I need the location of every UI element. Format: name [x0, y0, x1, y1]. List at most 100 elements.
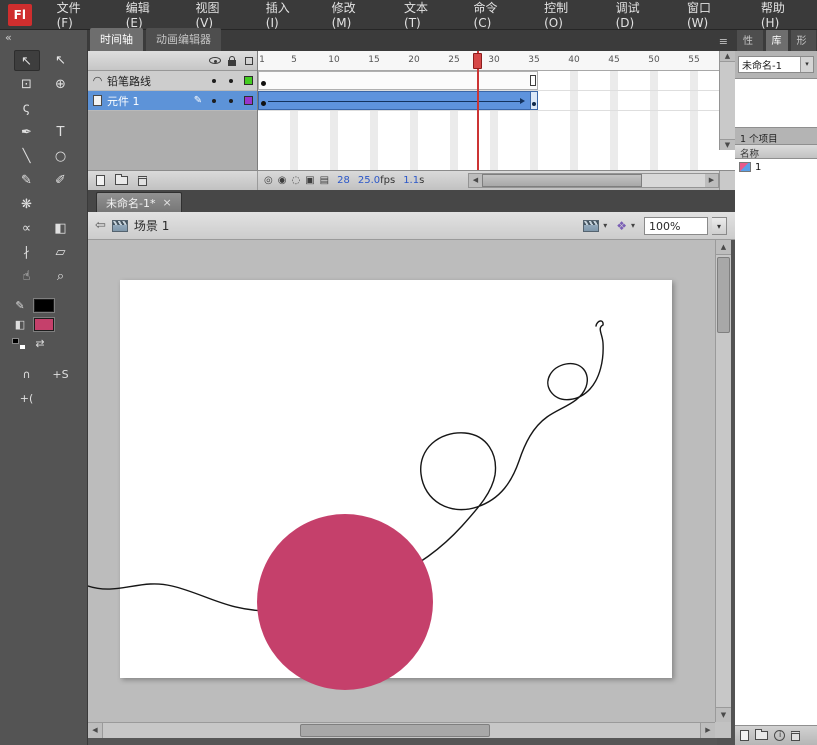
eyedropper-tool[interactable]: ∤ — [14, 242, 40, 263]
library-item-0[interactable]: 1 — [735, 159, 817, 175]
scroll-up-icon[interactable]: ▲ — [720, 51, 735, 62]
menu-item-9[interactable]: 窗口(W) — [672, 0, 746, 29]
library-document-select[interactable]: 未命名-1 ▾ — [738, 56, 814, 73]
scroll-down-icon[interactable]: ▼ — [716, 707, 731, 722]
lasso-tool[interactable]: ς — [14, 98, 40, 119]
panel-menu-icon[interactable]: ≡ — [719, 35, 735, 51]
outline-all-layers-icon[interactable] — [245, 57, 253, 65]
layer-outline-chip[interactable] — [239, 96, 257, 105]
hand-tool[interactable]: ☝ — [14, 266, 40, 287]
library-select-dropdown-icon[interactable]: ▾ — [800, 57, 813, 72]
menu-item-3[interactable]: 插入(I) — [251, 0, 317, 29]
selection-tool[interactable]: ↖ — [14, 50, 40, 71]
3d-rotation-tool[interactable]: ⊕ — [48, 74, 74, 95]
frames-row-guide-layer[interactable] — [258, 71, 719, 91]
collapse-panel-icon[interactable]: « — [5, 31, 12, 44]
zoom-input[interactable]: 100% — [644, 217, 708, 235]
playhead[interactable] — [473, 53, 482, 69]
new-layer-button[interactable] — [96, 175, 105, 186]
layer-visibility-dot[interactable] — [205, 99, 222, 103]
new-folder-button[interactable] — [755, 731, 768, 740]
delete-item-button[interactable] — [791, 731, 800, 741]
edit-symbol-button[interactable]: ❖ — [616, 219, 627, 233]
scroll-left-icon[interactable]: ◀ — [469, 174, 482, 187]
stroke-color-swatch[interactable] — [34, 299, 54, 312]
eraser-tool[interactable]: ▱ — [48, 242, 74, 263]
frame-ruler[interactable]: 1510152025303540455055 — [258, 51, 719, 71]
scroll-up-icon[interactable]: ▲ — [716, 240, 731, 255]
frames-row-tween-layer[interactable] — [258, 91, 719, 111]
new-symbol-button[interactable] — [740, 730, 749, 741]
layer-outline-chip[interactable] — [239, 76, 257, 85]
elapsed-time-value[interactable]: 1.1 — [403, 175, 419, 186]
fill-color-swatch[interactable] — [34, 318, 54, 331]
brush-tool[interactable]: ✐ — [48, 170, 74, 191]
layer-row-0[interactable]: ◠铅笔路线 — [88, 71, 257, 91]
bone-tool[interactable]: ∝ — [14, 218, 40, 239]
scene-name[interactable]: 场景 1 — [134, 217, 169, 234]
text-tool[interactable]: T — [48, 122, 74, 143]
back-arrow-icon[interactable]: ⇦ — [95, 218, 106, 233]
menu-item-5[interactable]: 文本(T) — [389, 0, 459, 29]
deco-tool[interactable]: ❋ — [14, 194, 40, 215]
timeline-tab-0[interactable]: 时间轴 — [90, 28, 143, 51]
zoom-dropdown-icon[interactable]: ▾ — [712, 217, 727, 235]
close-document-icon[interactable]: × — [162, 196, 171, 209]
free-transform-tool[interactable]: ⊡ — [14, 74, 40, 95]
menu-item-2[interactable]: 视图(V) — [180, 0, 250, 29]
scrollbar-thumb[interactable] — [300, 724, 490, 737]
edit-symbol-dropdown-icon[interactable]: ▾ — [631, 221, 635, 230]
delete-layer-button[interactable] — [138, 176, 147, 186]
document-tab[interactable]: 未命名-1* × — [96, 192, 182, 212]
scroll-down-icon[interactable]: ▼ — [720, 139, 735, 150]
pen-tool[interactable]: ✒ — [14, 122, 40, 143]
right-panel-tab-0[interactable]: 属性 — [737, 30, 763, 51]
layer-lock-dot[interactable] — [222, 99, 239, 103]
edit-scene-dropdown-icon[interactable]: ▾ — [603, 221, 607, 230]
menu-item-1[interactable]: 编辑(E) — [111, 0, 181, 29]
scroll-right-icon[interactable]: ▶ — [700, 723, 715, 738]
show-hide-all-layers-icon[interactable] — [209, 57, 221, 64]
swap-colors-icon[interactable]: ⇄ — [32, 337, 48, 350]
layer-row-1[interactable]: 元件 1✎ — [88, 91, 257, 111]
menu-item-10[interactable]: 帮助(H) — [746, 0, 817, 29]
canvas-horizontal-scrollbar[interactable]: ◀ ▶ — [88, 722, 715, 738]
new-folder-button[interactable] — [115, 176, 128, 185]
straighten-option[interactable]: +( — [14, 388, 40, 409]
library-name-column-header[interactable]: 名称 — [735, 144, 817, 159]
properties-button[interactable] — [774, 730, 785, 741]
menu-item-4[interactable]: 修改(M) — [317, 0, 389, 29]
frames-area[interactable] — [258, 71, 719, 170]
onion-skin-outlines-icon[interactable]: ◌ — [291, 175, 300, 186]
right-panel-tab-2[interactable]: 变形 — [791, 30, 817, 51]
timeline-horizontal-scrollbar[interactable]: ◀ ▶ — [468, 173, 719, 188]
default-colors-icon[interactable] — [12, 338, 26, 350]
right-panel-tab-1[interactable]: 库 — [766, 30, 788, 51]
edit-scene-button[interactable] — [583, 220, 599, 232]
static-frame-span[interactable] — [258, 71, 538, 90]
edit-multiple-frames-icon[interactable]: ▣ — [305, 175, 314, 186]
timeline-tab-1[interactable]: 动画编辑器 — [146, 28, 221, 51]
menu-item-7[interactable]: 控制(O) — [529, 0, 601, 29]
menu-item-8[interactable]: 调试(D) — [601, 0, 672, 29]
smooth-option[interactable]: +S — [48, 364, 74, 385]
layer-lock-dot[interactable] — [222, 79, 239, 83]
current-frame-value[interactable]: 28 — [337, 175, 350, 186]
pencil-tool[interactable]: ✎ — [14, 170, 40, 191]
canvas-vertical-scrollbar[interactable]: ▲ ▼ — [715, 240, 731, 722]
onion-skin-icon[interactable]: ◉ — [278, 175, 287, 186]
scrollbar-track[interactable] — [482, 174, 705, 187]
lock-all-layers-icon[interactable] — [228, 60, 236, 66]
scrollbar-thumb[interactable] — [717, 257, 730, 333]
stage-viewport[interactable] — [88, 240, 715, 722]
scrollbar-thumb[interactable] — [482, 174, 642, 187]
center-frame-icon[interactable]: ◎ — [264, 175, 273, 186]
snap-magnet[interactable]: ∩ — [14, 364, 40, 385]
layer-visibility-dot[interactable] — [205, 79, 222, 83]
frames-panel[interactable]: 1510152025303540455055 — [258, 51, 719, 170]
menu-item-0[interactable]: 文件(F) — [42, 0, 111, 29]
scroll-left-icon[interactable]: ◀ — [88, 723, 103, 738]
oval-tool[interactable]: ○ — [48, 146, 74, 167]
line-tool[interactable]: ╲ — [14, 146, 40, 167]
modify-markers-icon[interactable]: ▤ — [320, 175, 329, 186]
